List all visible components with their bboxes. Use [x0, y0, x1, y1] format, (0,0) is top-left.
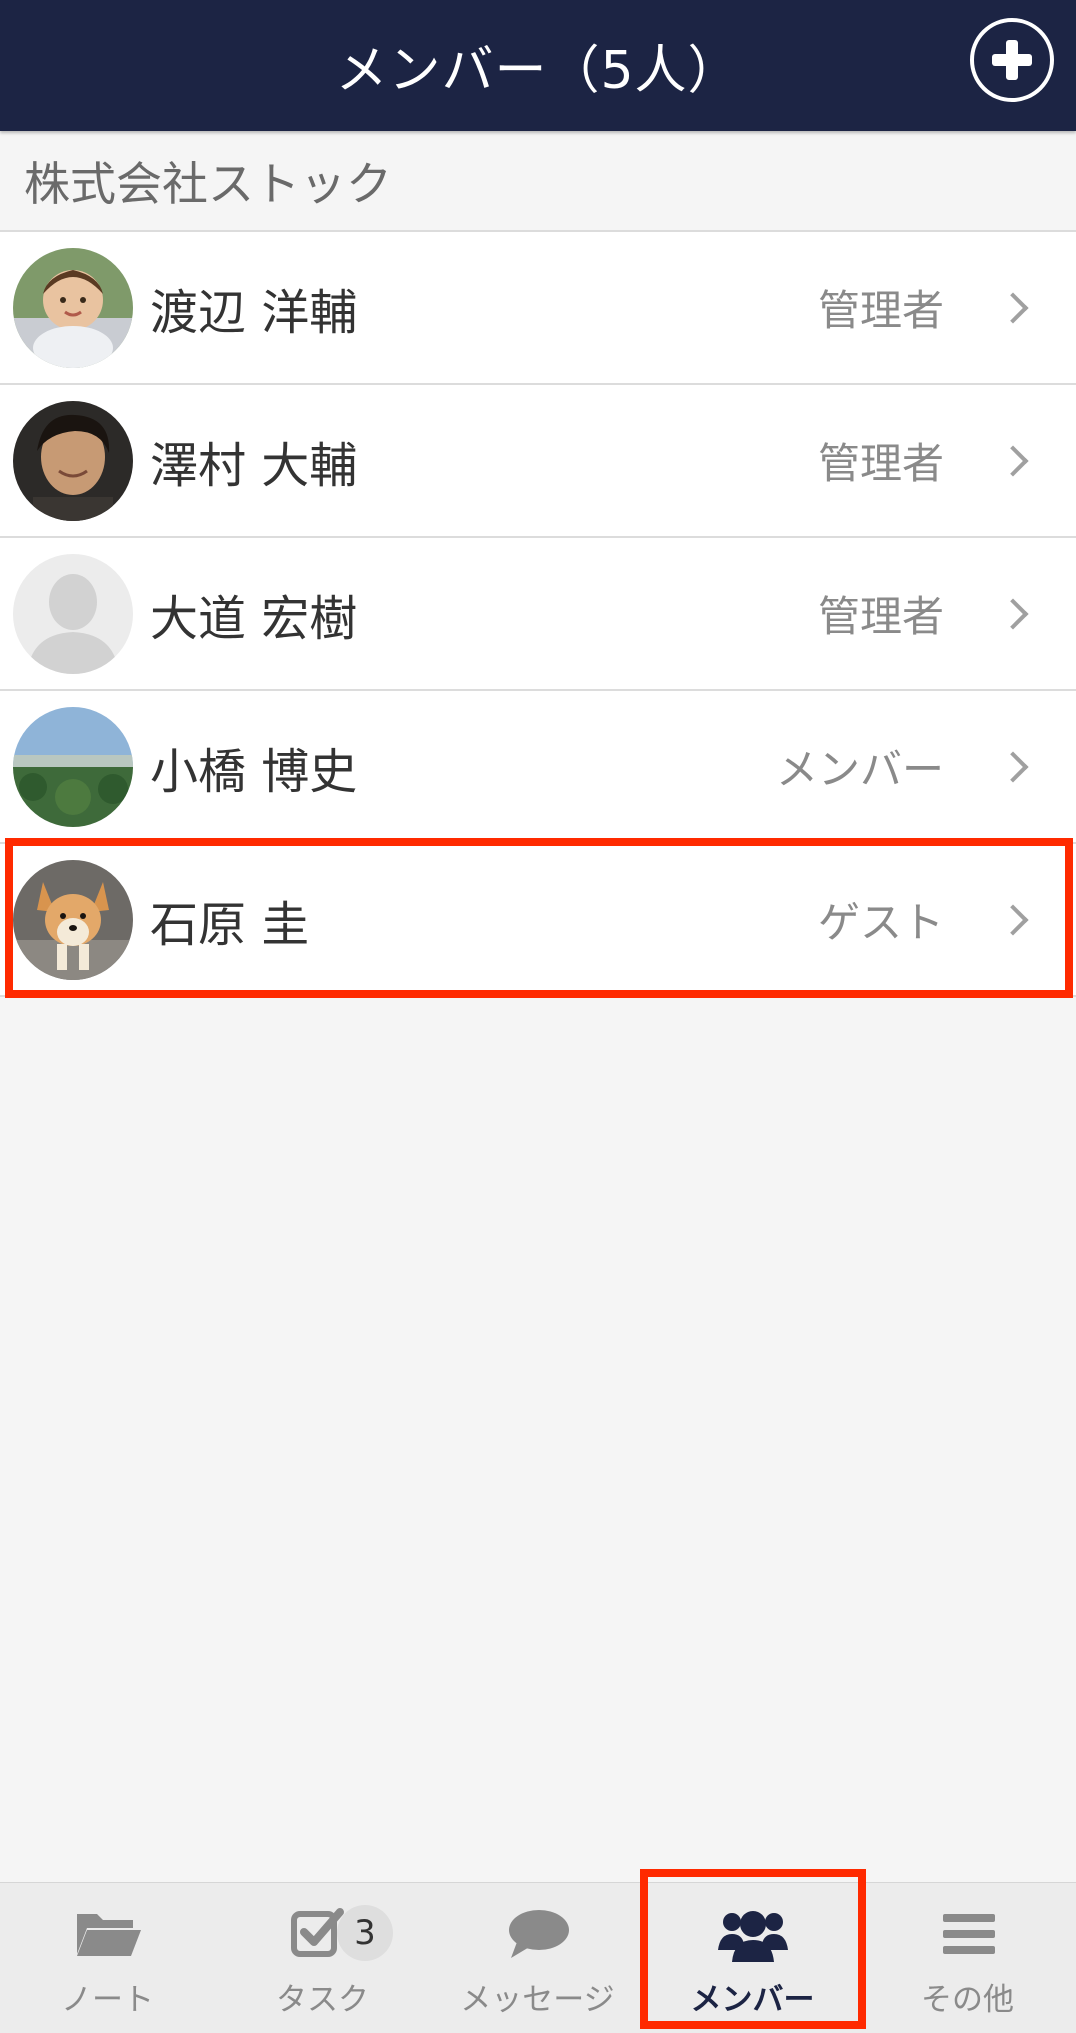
chat-bubble-icon — [508, 1910, 569, 1958]
users-icon — [717, 1911, 788, 1962]
tab-label: その他 — [921, 1982, 1014, 2018]
default-person-icon — [13, 553, 133, 674]
app-header: メンバー（5人） — [0, 0, 1076, 131]
avatar — [13, 247, 133, 368]
avatar — [13, 553, 133, 674]
menu-icon — [942, 1914, 995, 1954]
page-title: メンバー（5人） — [335, 41, 741, 101]
member-row[interactable]: 小橋 博史 メンバー — [0, 691, 1076, 844]
tab-other[interactable]: その他 — [860, 1883, 1075, 2033]
landscape-photo-icon — [13, 706, 133, 827]
tab-label: タスク — [276, 1982, 369, 2018]
avatar — [13, 859, 133, 980]
folder-icon — [76, 1914, 141, 1956]
member-name: 石原 圭 — [150, 896, 310, 953]
dog-photo-icon — [13, 859, 133, 980]
tab-members[interactable]: メンバー — [645, 1883, 860, 2033]
tab-messages[interactable]: メッセージ — [430, 1883, 645, 2033]
chevron-right-icon — [997, 597, 1029, 630]
member-row[interactable]: 渡辺 洋輔 管理者 — [0, 232, 1076, 385]
child-photo-icon — [13, 247, 133, 368]
tab-notes[interactable]: ノート — [0, 1883, 215, 2033]
tab-label: メッセージ — [460, 1982, 615, 2018]
member-role: 管理者 — [817, 286, 944, 335]
plus-icon — [992, 40, 1032, 80]
chevron-right-icon — [997, 444, 1029, 477]
member-role: 管理者 — [817, 592, 944, 641]
member-name: 澤村 大輔 — [150, 437, 358, 494]
member-row[interactable]: 大道 宏樹 管理者 — [0, 538, 1076, 691]
member-role: 管理者 — [817, 439, 944, 488]
bottom-tab-bar: ノート 3 タスク メッセージ メンバー その他 — [0, 1882, 1076, 2033]
add-member-button[interactable] — [970, 18, 1054, 102]
tab-label: メンバー — [690, 1982, 815, 2018]
organization-header: 株式会社ストック — [0, 131, 1076, 232]
avatar — [13, 400, 133, 521]
man-photo-icon — [13, 400, 133, 521]
member-list: 渡辺 洋輔 管理者 澤村 大輔 管理者 大道 宏樹 管理者 小橋 博史 メンバー… — [0, 232, 1076, 997]
chevron-right-icon — [997, 903, 1029, 936]
chevron-right-icon — [997, 750, 1029, 783]
tab-tasks[interactable]: 3 タスク — [215, 1883, 430, 2033]
task-count-badge: 3 — [337, 1905, 393, 1961]
member-name: 渡辺 洋輔 — [150, 284, 358, 341]
avatar — [13, 706, 133, 827]
member-row[interactable]: 石原 圭 ゲスト — [0, 844, 1076, 997]
member-role: ゲスト — [817, 898, 944, 947]
member-name: 小橋 博史 — [150, 743, 358, 800]
member-name: 大道 宏樹 — [150, 590, 358, 647]
organization-name: 株式会社ストック — [24, 156, 392, 211]
tab-label: ノート — [61, 1982, 154, 2018]
member-row[interactable]: 澤村 大輔 管理者 — [0, 385, 1076, 538]
member-role: メンバー — [775, 745, 944, 794]
chevron-right-icon — [997, 291, 1029, 324]
